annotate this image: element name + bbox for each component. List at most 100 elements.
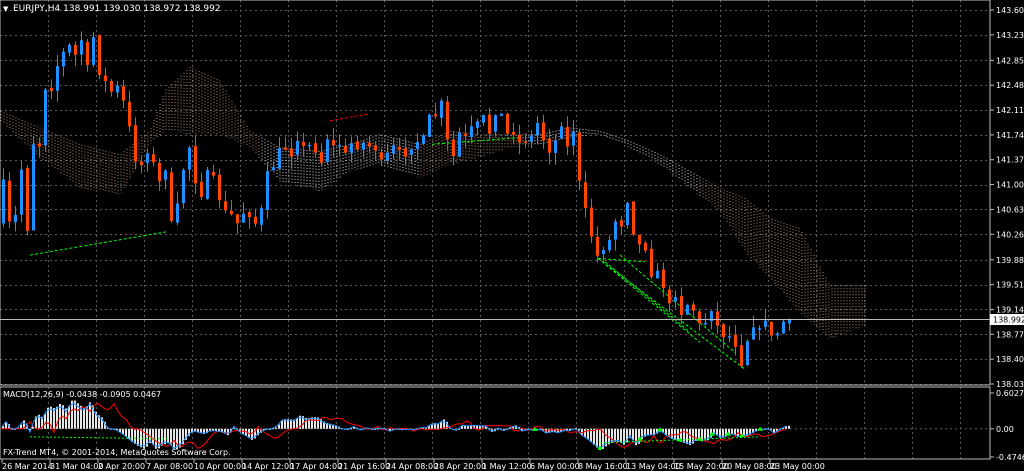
candle-body xyxy=(110,81,113,92)
candle-body xyxy=(458,132,461,157)
header-menu-icon[interactable]: ▼ xyxy=(3,5,9,13)
candle-body xyxy=(68,44,71,53)
candle-body xyxy=(560,126,563,139)
candle-body xyxy=(302,141,305,146)
time-tick-label: 31 Mar 04:00 xyxy=(50,462,103,471)
macd-bar xyxy=(617,428,619,442)
time-tick-label: 21 Apr 16:00 xyxy=(338,462,390,471)
candle-body xyxy=(14,214,17,223)
candle-body xyxy=(764,320,767,327)
candle-body xyxy=(254,216,257,224)
candle-body xyxy=(26,168,29,232)
candle-body xyxy=(44,89,47,146)
candle-body xyxy=(662,269,665,289)
price-tick-label: 139.510 xyxy=(996,281,1024,290)
macd-bar xyxy=(596,428,598,448)
candle-body xyxy=(140,161,143,165)
macd-bar xyxy=(152,428,154,445)
price-tick-label: 141.370 xyxy=(996,156,1024,165)
candle-body xyxy=(308,144,311,147)
time-tick-label: 10 Apr 00:00 xyxy=(194,462,246,471)
candle-body xyxy=(446,101,449,140)
candle-body xyxy=(746,341,749,365)
candle-body xyxy=(236,214,239,224)
time-tick-label: 23 May 00:00 xyxy=(770,462,825,471)
chart-canvas[interactable]: ▼ EURJPY,H4 138.991 139.030 138.972 138.… xyxy=(0,0,1024,471)
price-tick-label: 138.030 xyxy=(996,380,1024,389)
candle-body xyxy=(350,143,353,153)
candle-body xyxy=(740,345,743,366)
candle-body xyxy=(368,142,371,147)
candle-body xyxy=(722,324,725,338)
candle-body xyxy=(164,170,167,180)
price-tick-label: 141.000 xyxy=(996,181,1024,190)
candle-body xyxy=(266,171,269,210)
time-tick-label: 7 Apr 08:00 xyxy=(146,462,193,471)
time-tick-label: 8 May 16:00 xyxy=(578,462,628,471)
macd-bar xyxy=(284,419,286,429)
candle-body xyxy=(674,297,677,302)
time-tick-label: 17 Apr 04:00 xyxy=(290,462,342,471)
candle-body xyxy=(20,169,23,215)
macd-tick-label: -0.4746 xyxy=(996,453,1024,462)
symbol-info: EURJPY,H4 138.991 139.030 138.972 138.99… xyxy=(13,4,221,14)
candle-body xyxy=(170,172,173,221)
candle-body xyxy=(644,242,647,251)
candle-body xyxy=(386,152,389,161)
candle-body xyxy=(692,304,695,311)
candle-body xyxy=(482,115,485,123)
chart-header: ▼ EURJPY,H4 138.991 139.030 138.972 138.… xyxy=(3,4,221,14)
macd-bar xyxy=(53,408,55,429)
price-badge: 138.992 xyxy=(990,314,1024,325)
macd-bar xyxy=(131,428,133,442)
candle-body xyxy=(56,65,59,91)
candle-body xyxy=(470,126,473,138)
candle-body xyxy=(314,143,317,153)
price-tick-label: 142.480 xyxy=(996,81,1024,90)
candle-body xyxy=(614,221,617,240)
candle-body xyxy=(512,131,515,135)
price-badge-text: 138.992 xyxy=(993,316,1024,325)
macd-bar xyxy=(167,428,169,444)
candle-body xyxy=(374,145,377,151)
candle-body xyxy=(290,148,293,157)
price-tick-label: 140.260 xyxy=(996,230,1024,239)
candle-body xyxy=(656,270,659,279)
macd-bar xyxy=(788,425,790,429)
time-tick-label: 15 May 20:00 xyxy=(674,462,729,471)
candle-body xyxy=(62,51,65,67)
time-tick-label: 14 Apr 12:00 xyxy=(242,462,294,471)
candle-body xyxy=(626,203,629,226)
macd-bar xyxy=(614,428,616,442)
candle-body xyxy=(134,124,137,162)
price-tick-label: 141.740 xyxy=(996,131,1024,140)
macd-bar xyxy=(731,428,733,435)
macd-bar xyxy=(137,428,139,446)
price-tick-label: 139.880 xyxy=(996,256,1024,265)
candle-body xyxy=(686,304,689,315)
macd-bar xyxy=(686,428,688,444)
candle-body xyxy=(518,135,521,143)
candle-body xyxy=(542,122,545,141)
macd-bar xyxy=(632,428,634,440)
macd-bar xyxy=(173,428,175,450)
macd-bar xyxy=(134,428,136,444)
candle-body xyxy=(782,321,785,334)
candle-body xyxy=(32,144,35,231)
candle-body xyxy=(566,127,569,147)
price-tick-label: 143.600 xyxy=(996,6,1024,15)
candle-body xyxy=(752,327,755,340)
candle-body xyxy=(104,75,107,82)
macd-label: MACD(12,26,9) -0.0438 -0.0905 0.0467 xyxy=(3,390,161,399)
candle-body xyxy=(584,182,587,209)
candle-body xyxy=(50,87,53,92)
macd-tick-label: 0.6027 xyxy=(996,389,1024,398)
macd-bar xyxy=(275,427,277,429)
macd-bar xyxy=(140,428,142,448)
candle-body xyxy=(176,203,179,223)
macd-bar xyxy=(281,420,283,429)
candle-body xyxy=(278,148,281,169)
candle-body xyxy=(548,138,551,153)
candle-body xyxy=(80,40,83,55)
time-tick-label: 26 Mar 2014 xyxy=(2,462,53,471)
